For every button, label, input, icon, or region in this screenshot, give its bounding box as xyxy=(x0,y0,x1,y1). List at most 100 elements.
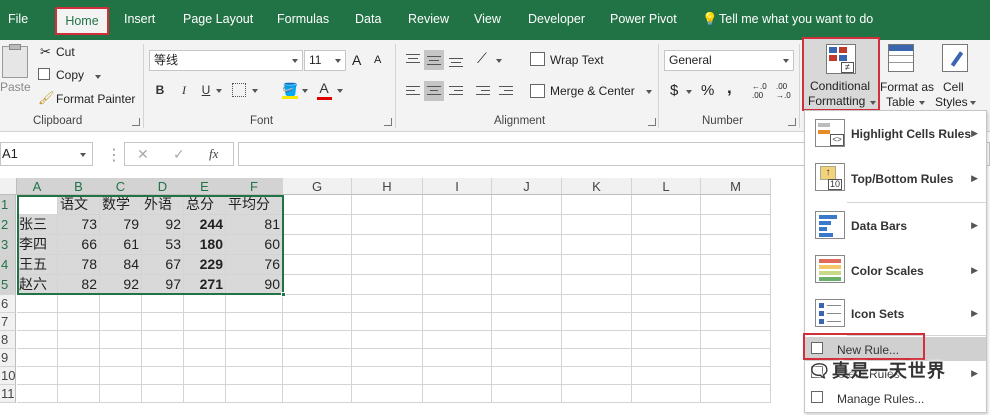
empty-cell[interactable] xyxy=(701,331,771,349)
table-cell[interactable]: 67 xyxy=(142,255,184,275)
table-cell[interactable]: 76 xyxy=(226,255,283,275)
tab-data[interactable]: Data xyxy=(355,12,381,26)
table-cell[interactable]: 97 xyxy=(142,275,184,295)
row-header-3[interactable]: 3 xyxy=(0,235,16,255)
empty-cell[interactable] xyxy=(352,349,423,367)
merge-center-button[interactable]: Merge & Center xyxy=(550,84,635,98)
empty-cell[interactable] xyxy=(632,349,701,367)
menu-top-bottom-rules[interactable]: ↑ 10 Top/Bottom Rules ▶ xyxy=(805,155,986,201)
table-cell[interactable]: 92 xyxy=(142,215,184,235)
table-cell[interactable] xyxy=(562,275,632,295)
decrease-decimal-button[interactable]: .00 →.0 xyxy=(776,82,791,100)
empty-cell[interactable] xyxy=(701,349,771,367)
empty-cell[interactable] xyxy=(423,349,492,367)
underline-dropdown-icon[interactable] xyxy=(216,89,222,93)
copy-button[interactable]: Copy xyxy=(56,68,84,82)
column-header-J[interactable]: J xyxy=(492,178,562,195)
table-cell[interactable]: 180 xyxy=(184,235,226,255)
empty-cell[interactable] xyxy=(492,295,562,313)
select-all-corner[interactable] xyxy=(0,178,17,195)
enter-icon[interactable]: ✓ xyxy=(173,146,185,163)
table-cell[interactable] xyxy=(283,235,352,255)
font-name-dropdown[interactable]: 等线 xyxy=(149,50,303,71)
empty-cell[interactable] xyxy=(701,295,771,313)
table-cell[interactable]: 61 xyxy=(100,235,142,255)
borders-dropdown-icon[interactable] xyxy=(252,89,258,93)
row-header-4[interactable]: 4 xyxy=(0,255,16,275)
row-header-5[interactable]: 5 xyxy=(0,275,16,295)
table-cell[interactable] xyxy=(632,215,701,235)
table-cell[interactable]: 53 xyxy=(142,235,184,255)
header-cell[interactable] xyxy=(701,195,771,215)
table-cell[interactable] xyxy=(492,255,562,275)
table-cell[interactable]: 66 xyxy=(58,235,100,255)
table-cell[interactable] xyxy=(423,235,492,255)
column-header-I[interactable]: I xyxy=(423,178,492,195)
header-cell[interactable]: 外语 xyxy=(142,195,184,215)
empty-cell[interactable] xyxy=(17,331,58,349)
underline-button[interactable]: U xyxy=(196,80,216,100)
merge-dropdown-icon[interactable] xyxy=(646,90,652,94)
column-header-C[interactable]: C xyxy=(100,178,142,195)
table-cell[interactable] xyxy=(701,275,771,295)
column-header-A[interactable]: A xyxy=(17,178,58,195)
clipboard-launcher-icon[interactable] xyxy=(132,118,140,126)
table-cell[interactable] xyxy=(352,255,423,275)
tab-file[interactable]: File xyxy=(8,12,28,26)
table-cell[interactable]: 244 xyxy=(184,215,226,235)
empty-cell[interactable] xyxy=(142,295,184,313)
table-cell[interactable] xyxy=(492,235,562,255)
row-header-7[interactable]: 7 xyxy=(0,313,16,331)
empty-cell[interactable] xyxy=(283,349,352,367)
tab-power-pivot[interactable]: Power Pivot xyxy=(610,12,677,26)
empty-cell[interactable] xyxy=(283,385,352,403)
row-header-2[interactable]: 2 xyxy=(0,215,16,235)
empty-cell[interactable] xyxy=(352,331,423,349)
empty-cell[interactable] xyxy=(562,313,632,331)
empty-cell[interactable] xyxy=(492,349,562,367)
cell-styles-label-1[interactable]: Cell xyxy=(943,80,964,94)
row-header-11[interactable]: 11 xyxy=(0,385,16,403)
table-cell[interactable]: 李四 xyxy=(17,235,58,255)
table-cell[interactable] xyxy=(632,255,701,275)
table-cell[interactable] xyxy=(423,255,492,275)
empty-cell[interactable] xyxy=(423,367,492,385)
empty-cell[interactable] xyxy=(632,313,701,331)
empty-cell[interactable] xyxy=(58,331,100,349)
empty-cell[interactable] xyxy=(632,367,701,385)
empty-cell[interactable] xyxy=(142,349,184,367)
table-cell[interactable]: 81 xyxy=(226,215,283,235)
column-header-M[interactable]: M xyxy=(701,178,771,195)
percent-button[interactable]: % xyxy=(701,82,714,99)
table-cell[interactable]: 84 xyxy=(100,255,142,275)
column-header-L[interactable]: L xyxy=(632,178,701,195)
paste-icon[interactable] xyxy=(2,44,28,78)
empty-cell[interactable] xyxy=(492,331,562,349)
tab-view[interactable]: View xyxy=(474,12,501,26)
column-header-E[interactable]: E xyxy=(184,178,226,195)
empty-cell[interactable] xyxy=(701,313,771,331)
align-bottom-icon[interactable] xyxy=(446,50,466,70)
cut-button[interactable]: Cut xyxy=(56,45,75,59)
empty-cell[interactable] xyxy=(226,367,283,385)
table-cell[interactable] xyxy=(632,275,701,295)
insert-function-icon[interactable]: fx xyxy=(209,146,218,162)
table-cell[interactable]: 赵六 xyxy=(17,275,58,295)
header-cell[interactable] xyxy=(17,195,58,215)
header-cell[interactable] xyxy=(632,195,701,215)
menu-icon-sets[interactable]: Icon Sets ▶ xyxy=(805,293,986,335)
empty-cell[interactable] xyxy=(352,385,423,403)
empty-cell[interactable] xyxy=(142,385,184,403)
table-cell[interactable]: 王五 xyxy=(17,255,58,275)
empty-cell[interactable] xyxy=(562,295,632,313)
empty-cell[interactable] xyxy=(58,313,100,331)
header-cell[interactable]: 平均分 xyxy=(226,195,283,215)
table-cell[interactable] xyxy=(352,215,423,235)
paste-button[interactable]: Paste xyxy=(0,80,31,94)
tell-me-search[interactable]: Tell me what you want to do xyxy=(719,12,873,26)
increase-indent-icon[interactable] xyxy=(496,81,516,101)
empty-cell[interactable] xyxy=(58,295,100,313)
empty-cell[interactable] xyxy=(283,331,352,349)
header-cell[interactable] xyxy=(492,195,562,215)
empty-cell[interactable] xyxy=(423,313,492,331)
